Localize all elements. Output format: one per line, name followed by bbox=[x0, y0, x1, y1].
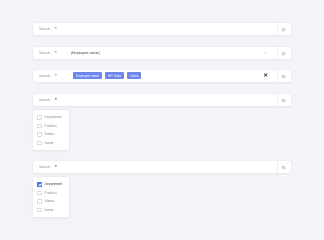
divider bbox=[276, 161, 277, 173]
checkbox[interactable] bbox=[37, 115, 42, 120]
search-field-label: Search bbox=[39, 73, 51, 78]
checkbox[interactable] bbox=[37, 207, 42, 212]
search-field-label: Search bbox=[39, 164, 51, 169]
gear-icon[interactable] bbox=[281, 74, 286, 79]
menu-item-department[interactable]: Department bbox=[33, 113, 69, 122]
checkbox[interactable] bbox=[37, 199, 42, 204]
search-bar-tags[interactable]: Search ▾ Employee name HR Team Intern ✕ bbox=[33, 70, 291, 82]
checkbox-checked[interactable] bbox=[37, 182, 42, 187]
search-input[interactable]: |Employee name| bbox=[71, 51, 100, 55]
divider bbox=[276, 70, 277, 82]
gear-icon[interactable] bbox=[281, 98, 286, 103]
gear-icon[interactable] bbox=[281, 165, 286, 170]
chevron-down-icon[interactable]: ▾ bbox=[55, 97, 57, 102]
close-icon[interactable]: × bbox=[264, 50, 266, 56]
tag-chip[interactable]: Intern bbox=[127, 72, 142, 80]
search-bar-empty[interactable]: Search ▾ bbox=[33, 23, 291, 35]
menu-item-label: Department bbox=[44, 182, 63, 187]
menu-item-position[interactable]: Position bbox=[33, 189, 69, 198]
checkbox[interactable] bbox=[37, 123, 42, 128]
tag-list: Employee name HR Team Intern bbox=[73, 72, 142, 80]
menu-item-name[interactable]: Name bbox=[33, 139, 69, 148]
menu-item-department[interactable]: Department bbox=[33, 180, 69, 189]
search-field-label: Search bbox=[39, 97, 51, 102]
menu-item-name[interactable]: Name bbox=[33, 206, 69, 215]
menu-item-label: Status bbox=[44, 199, 55, 204]
chevron-down-icon[interactable]: ▾ bbox=[55, 73, 57, 78]
gear-icon[interactable] bbox=[281, 51, 286, 56]
search-bar-menu-selected[interactable]: Search ▾ bbox=[33, 161, 291, 173]
checkbox[interactable] bbox=[37, 190, 42, 195]
divider bbox=[276, 23, 277, 35]
menu-item-label: Status bbox=[44, 132, 55, 137]
search-bar-typing[interactable]: Search ▾ |Employee name| × bbox=[33, 47, 291, 59]
chevron-down-icon[interactable]: ▾ bbox=[55, 164, 57, 169]
tag-chip[interactable]: HR Team bbox=[105, 72, 125, 80]
menu-item-position[interactable]: Position bbox=[33, 122, 69, 131]
menu-item-label: Department bbox=[44, 115, 63, 120]
menu-item-label: Name bbox=[44, 140, 54, 145]
divider bbox=[276, 47, 277, 59]
divider bbox=[276, 94, 277, 106]
menu-item-label: Position bbox=[44, 190, 57, 195]
chevron-down-icon[interactable]: ▾ bbox=[55, 50, 57, 55]
filter-dropdown-menu: Department Position Status Name bbox=[33, 177, 69, 217]
filter-dropdown-menu: Department Position Status Name bbox=[33, 110, 69, 150]
menu-item-label: Name bbox=[44, 207, 54, 212]
close-icon[interactable]: ✕ bbox=[263, 72, 268, 80]
menu-item-status[interactable]: Status bbox=[33, 197, 69, 206]
search-bar-menu-open[interactable]: Search ▾ bbox=[33, 94, 291, 106]
menu-item-label: Position bbox=[44, 123, 57, 128]
menu-item-status[interactable]: Status bbox=[33, 130, 69, 139]
checkbox[interactable] bbox=[37, 140, 42, 145]
gear-icon[interactable] bbox=[281, 27, 286, 32]
tag-chip[interactable]: Employee name bbox=[73, 72, 103, 80]
checkbox[interactable] bbox=[37, 132, 42, 137]
search-field-label: Search bbox=[39, 50, 51, 55]
chevron-down-icon[interactable]: ▾ bbox=[55, 26, 57, 31]
search-field-label: Search bbox=[39, 26, 51, 31]
